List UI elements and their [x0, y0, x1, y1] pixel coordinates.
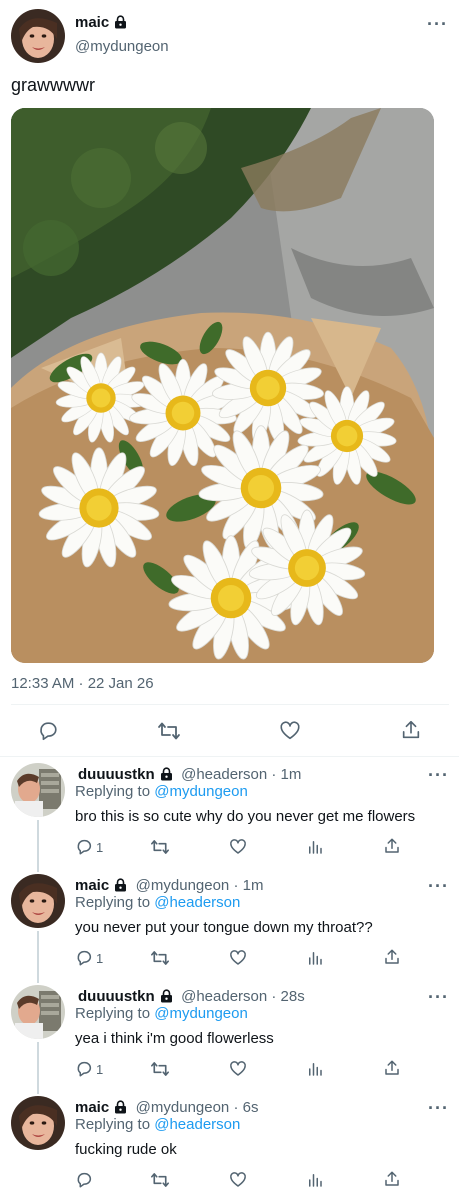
reply-text: bro this is so cute why do you never get…	[75, 808, 416, 825]
reply-text: fucking rude ok	[75, 1141, 177, 1158]
thread-line	[37, 931, 39, 983]
reply-avatar[interactable]	[11, 874, 65, 928]
reply-author-handle[interactable]: @mydungeon · 1m	[136, 877, 264, 894]
reply-count: 1	[96, 840, 104, 855]
replying-to: Replying to @headerson	[75, 894, 241, 911]
share-icon[interactable]	[383, 1170, 401, 1188]
reply-author-handle[interactable]: @mydungeon · 6s	[136, 1099, 259, 1116]
reply-author-name[interactable]: duuuustkn	[78, 766, 155, 783]
heart-icon[interactable]	[229, 1060, 247, 1078]
reply-more-button[interactable]: ···	[428, 765, 449, 786]
divider	[11, 704, 449, 705]
retweet-icon[interactable]	[150, 949, 170, 967]
replying-to: Replying to @mydungeon	[75, 783, 248, 800]
author-name[interactable]: maic	[75, 14, 109, 31]
thread-line	[37, 820, 39, 872]
retweet-icon[interactable]	[157, 720, 181, 742]
reply-more-button[interactable]: ···	[428, 1098, 449, 1119]
share-icon[interactable]	[383, 837, 401, 855]
retweet-icon[interactable]	[150, 1171, 170, 1189]
replying-to: Replying to @headerson	[75, 1116, 241, 1133]
reply-author-name[interactable]: maic	[75, 877, 109, 894]
reply-icon[interactable]	[37, 720, 59, 742]
reply-icon[interactable]	[75, 1060, 93, 1078]
author-handle[interactable]: @mydungeon	[75, 38, 169, 55]
tweet-timestamp[interactable]: 12:33 AM · 22 Jan 26	[11, 675, 154, 692]
more-options-button[interactable]: ···	[427, 14, 448, 35]
reply-avatar[interactable]	[11, 763, 65, 817]
reply-text: yea i think i'm good flowerless	[75, 1030, 274, 1047]
heart-icon[interactable]	[229, 1171, 247, 1189]
reply-author-name[interactable]: duuuustkn	[78, 988, 155, 1005]
divider	[0, 756, 459, 757]
tweet-text: grawwwwr	[11, 75, 96, 95]
share-icon[interactable]	[383, 948, 401, 966]
reply-count: 1	[96, 951, 104, 966]
reply-author-handle[interactable]: @headerson · 28s	[181, 988, 305, 1005]
reply-avatar[interactable]	[11, 1096, 65, 1150]
analytics-icon[interactable]	[306, 949, 324, 967]
retweet-icon[interactable]	[150, 1060, 170, 1078]
reply-more-button[interactable]: ···	[428, 987, 449, 1008]
reply-author-name[interactable]: maic	[75, 1099, 109, 1116]
replying-to: Replying to @mydungeon	[75, 1005, 248, 1022]
reply-author-handle[interactable]: @headerson · 1m	[181, 766, 301, 783]
replying-to-link[interactable]: @mydungeon	[154, 1005, 248, 1022]
reply-more-button[interactable]: ···	[428, 876, 449, 897]
analytics-icon[interactable]	[306, 838, 324, 856]
tweet-photo[interactable]	[11, 108, 434, 663]
reply-icon[interactable]	[75, 838, 93, 856]
reply-icon[interactable]	[75, 1171, 93, 1189]
reply-icon[interactable]	[75, 949, 93, 967]
thread-line	[37, 1042, 39, 1094]
reply-avatar[interactable]	[11, 985, 65, 1039]
heart-icon[interactable]	[279, 720, 301, 742]
replying-to-link[interactable]: @mydungeon	[154, 783, 248, 800]
analytics-icon[interactable]	[306, 1060, 324, 1078]
retweet-icon[interactable]	[150, 838, 170, 856]
analytics-icon[interactable]	[306, 1171, 324, 1189]
replying-to-link[interactable]: @headerson	[154, 1116, 240, 1133]
reply-text: you never put your tongue down my throat…	[75, 919, 373, 936]
heart-icon[interactable]	[229, 949, 247, 967]
share-icon[interactable]	[383, 1059, 401, 1077]
reply-count: 1	[96, 1062, 104, 1077]
share-icon[interactable]	[400, 719, 422, 741]
lock-icon	[114, 15, 127, 34]
heart-icon[interactable]	[229, 838, 247, 856]
replying-to-link[interactable]: @headerson	[154, 894, 240, 911]
author-avatar[interactable]	[11, 9, 65, 63]
